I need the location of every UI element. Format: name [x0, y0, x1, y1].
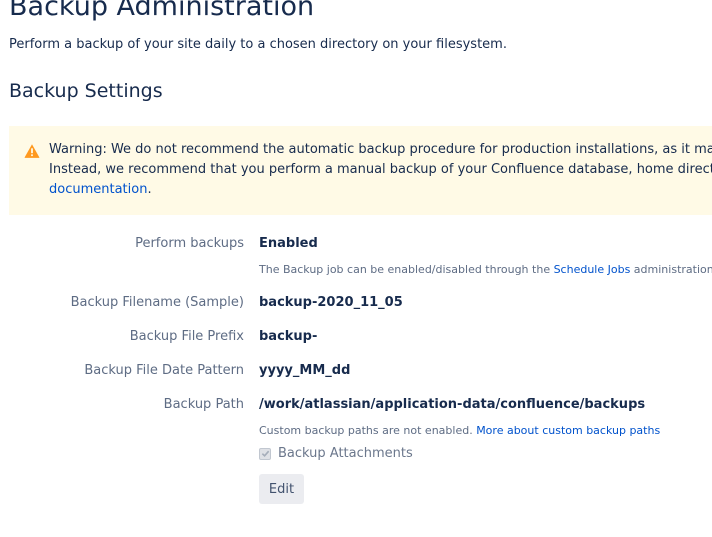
warning-banner: Warning: We do not recommend the automat… [9, 126, 712, 215]
backup-prefix-label: Backup File Prefix [129, 329, 244, 344]
page-title: Backup Administration [9, 0, 315, 22]
warning-text: Warning: We do not recommend the automat… [49, 140, 712, 200]
backup-path-label: Backup Path [163, 397, 244, 412]
perform-backups-desc: The Backup job can be enabled/disabled t… [259, 263, 712, 276]
backup-date-pattern-label: Backup File Date Pattern [84, 363, 244, 378]
warning-line-1: Warning: We do not recommend the automat… [49, 142, 712, 157]
backup-attachments-checkbox[interactable] [259, 447, 271, 460]
backup-path-desc: Custom backup paths are not enabled. Mor… [259, 424, 660, 437]
backup-attachments-label: Backup Attachments [278, 446, 413, 461]
warning-suffix: . [147, 182, 152, 197]
backup-path-value: /work/atlassian/application-data/conflue… [259, 397, 646, 412]
edit-button[interactable]: Edit [259, 474, 304, 504]
backup-attachments-row: Backup Attachments [259, 446, 413, 461]
page-description: Perform a backup of your site daily to a… [9, 37, 507, 52]
schedule-jobs-link[interactable]: Schedule Jobs [554, 263, 631, 276]
documentation-link[interactable]: documentation [49, 182, 147, 197]
backup-date-pattern-value: yyyy_MM_dd [259, 363, 351, 378]
backup-path-desc-prefix: Custom backup paths are not enabled. [259, 424, 477, 437]
warning-line-2: Instead, we recommend that you perform a… [49, 162, 712, 177]
backup-filename-value: backup-2020_11_05 [259, 295, 403, 310]
warning-line-3: documentation. [49, 180, 712, 200]
perform-backups-value: Enabled [259, 236, 318, 251]
perform-backups-label: Perform backups [135, 236, 244, 251]
checkmark-icon [261, 450, 269, 458]
backup-prefix-value: backup- [259, 329, 318, 344]
perform-backups-desc-suffix: administration pa [633, 263, 712, 276]
perform-backups-desc-prefix: The Backup job can be enabled/disabled t… [259, 263, 554, 276]
section-title: Backup Settings [9, 80, 163, 102]
warning-icon [24, 144, 40, 158]
backup-filename-label: Backup Filename (Sample) [70, 295, 244, 310]
custom-backup-paths-link[interactable]: More about custom backup paths [476, 424, 660, 437]
